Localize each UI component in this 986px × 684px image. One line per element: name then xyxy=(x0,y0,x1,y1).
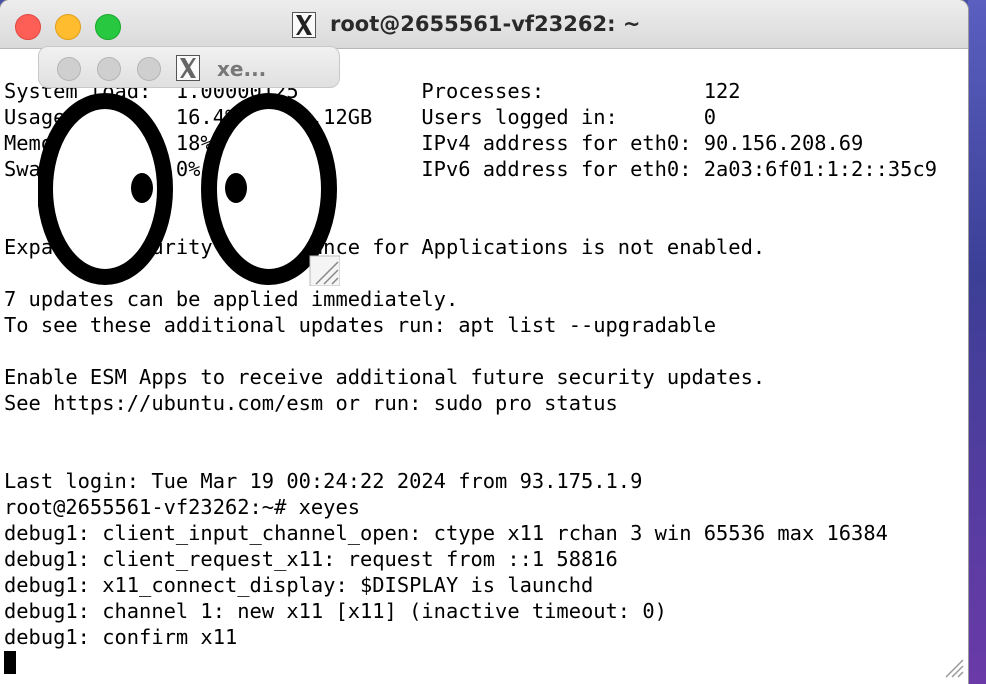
xeyes-minimize-button[interactable] xyxy=(97,57,121,81)
xeyes-eyes xyxy=(38,93,340,286)
xeyes-window[interactable]: xe... xyxy=(38,46,340,286)
x11-logo-icon xyxy=(176,55,200,81)
resize-grip-icon[interactable] xyxy=(942,656,964,678)
x11-logo-icon xyxy=(292,12,316,38)
terminal-line: debug1: client_request_x11: request from… xyxy=(4,547,618,571)
zoom-button[interactable] xyxy=(95,14,121,40)
desktop-background xyxy=(968,0,986,684)
terminal-line: Enable ESM Apps to receive additional fu… xyxy=(4,365,766,389)
window-titlebar[interactable]: root@2655561-vf23262: ~ xyxy=(0,0,968,49)
terminal-line: See https://ubuntu.com/esm or run: sudo … xyxy=(4,391,618,415)
left-eye-icon xyxy=(38,93,173,285)
terminal-line: root@2655561-vf23262:~# xeyes xyxy=(4,495,361,519)
right-pupil-icon xyxy=(225,173,247,203)
xeyes-close-button[interactable] xyxy=(57,57,81,81)
terminal-line: debug1: x11_connect_display: $DISPLAY is… xyxy=(4,573,594,597)
terminal-line: To see these additional updates run: apt… xyxy=(4,313,717,337)
terminal-line: debug1: channel 1: new x11 [x11] (inacti… xyxy=(4,599,667,623)
xeyes-resize-grip-icon xyxy=(309,255,340,286)
window-title: root@2655561-vf23262: ~ xyxy=(330,12,641,36)
left-pupil-icon xyxy=(131,173,153,203)
terminal-line: Last login: Tue Mar 19 00:24:22 2024 fro… xyxy=(4,469,643,493)
xeyes-titlebar[interactable]: xe... xyxy=(38,46,340,88)
close-button[interactable] xyxy=(15,14,41,40)
terminal-cursor xyxy=(4,651,16,674)
minimize-button[interactable] xyxy=(55,14,81,40)
right-eye-icon xyxy=(201,93,337,285)
xeyes-zoom-button[interactable] xyxy=(137,57,161,81)
terminal-line: 7 updates can be applied immediately. xyxy=(4,287,459,311)
xeyes-title: xe... xyxy=(217,57,267,81)
terminal-line: debug1: client_input_channel_open: ctype… xyxy=(4,521,888,545)
terminal-line: debug1: confirm x11 xyxy=(4,625,238,649)
